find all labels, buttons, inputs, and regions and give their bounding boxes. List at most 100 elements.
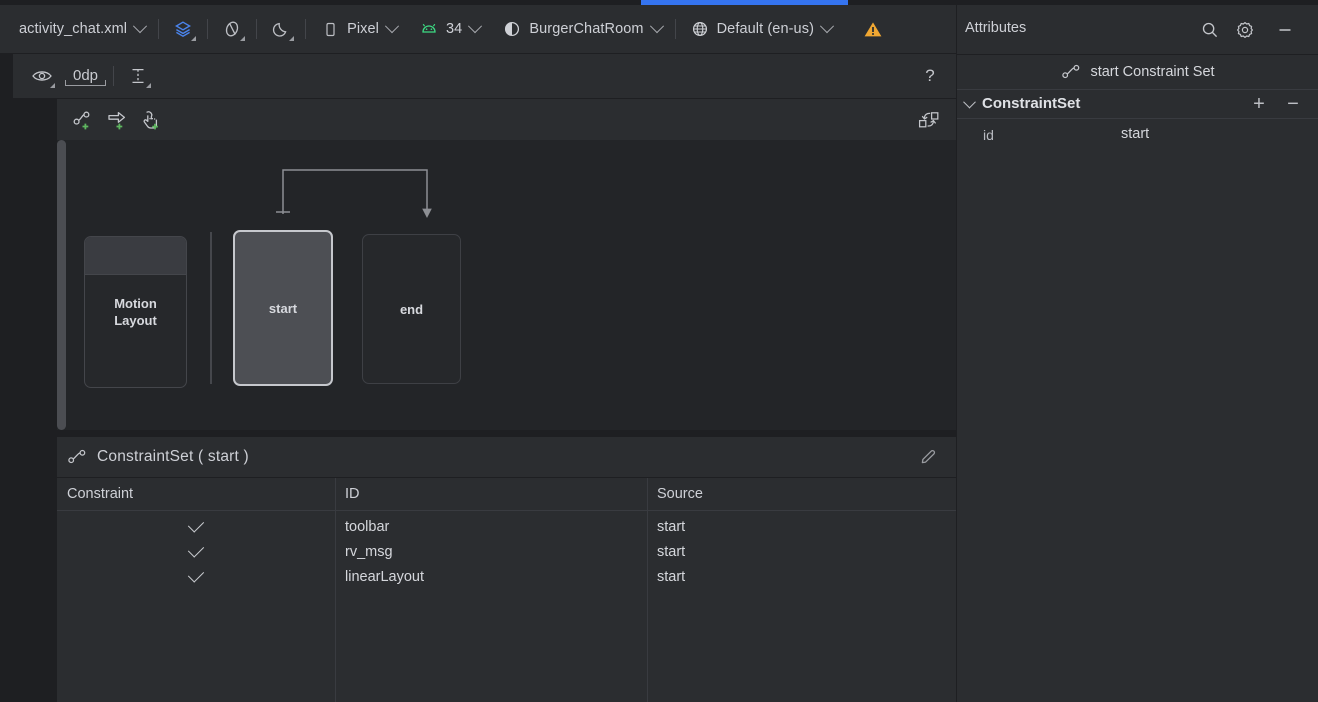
column-divider <box>335 478 336 702</box>
design-toolbar: activity_chat.xml Pixel 34 BurgerChatRoo… <box>0 5 956 54</box>
rotate-3d-button[interactable] <box>215 16 249 42</box>
show-constraints-button[interactable] <box>25 63 59 89</box>
toolbar-divider <box>256 19 258 39</box>
globe-icon <box>689 18 711 40</box>
attribute-row-id[interactable]: id start <box>957 123 1318 149</box>
locale-selector-dropdown[interactable]: Default (en-us) <box>683 16 838 42</box>
toolbar-divider <box>207 19 209 39</box>
motion-editor-actions <box>57 99 956 141</box>
diagram-divider <box>210 232 212 384</box>
baseline-constraint-icon <box>127 65 152 88</box>
remove-attribute-button[interactable]: − <box>1283 94 1303 114</box>
constraint-set-box-end-label: end <box>399 301 424 317</box>
file-selector-dropdown[interactable]: activity_chat.xml <box>13 16 151 42</box>
chevron-down-icon <box>468 19 483 34</box>
dropdown-triangle-icon <box>146 83 152 88</box>
column-divider <box>647 478 648 702</box>
constraint-set-title: ConstraintSet ( start ) <box>97 448 249 465</box>
pencil-icon[interactable] <box>918 447 940 469</box>
attributes-panel: Attributes start Constraint Set Constrai… <box>956 5 1318 702</box>
column-header-source[interactable]: Source <box>647 478 956 510</box>
theme-selector-dropdown[interactable]: BurgerChatRoom <box>495 16 667 42</box>
gear-icon[interactable] <box>1232 17 1258 43</box>
constraint-set-box-start[interactable]: start <box>233 230 333 386</box>
baseline-constraint-button[interactable] <box>121 63 155 89</box>
constraint-set-icon <box>1061 61 1083 83</box>
api-level-label: 34 <box>446 21 463 37</box>
swap-constraint-sets-button[interactable] <box>916 107 942 133</box>
file-name-label: activity_chat.xml <box>19 21 128 37</box>
cell-source: start <box>657 518 686 535</box>
table-row[interactable]: rv_msg start <box>57 539 956 564</box>
motion-layout-box-header <box>85 237 186 275</box>
attributes-selection-label: start Constraint Set <box>1090 63 1215 80</box>
locale-label: Default (en-us) <box>716 21 814 37</box>
motion-layout-box-label: Motion Layout <box>114 295 157 329</box>
night-mode-icon <box>270 18 295 41</box>
motion-layout-label-line2: Layout <box>114 313 157 328</box>
warning-triangle-icon <box>862 18 884 40</box>
toolbar-divider <box>158 19 160 39</box>
table-row[interactable]: linearLayout start <box>57 564 956 589</box>
cell-id: toolbar <box>345 518 390 535</box>
search-icon[interactable] <box>1197 17 1223 43</box>
margin-underline <box>65 84 107 86</box>
create-constraint-set-button[interactable] <box>71 107 97 133</box>
cell-constraint <box>57 539 335 564</box>
design-editor-pane: activity_chat.xml Pixel 34 BurgerChatRoo… <box>0 5 956 702</box>
check-icon <box>187 516 205 533</box>
rotate-3d-icon <box>221 18 246 41</box>
chevron-down-icon <box>384 19 400 34</box>
dropdown-triangle-icon <box>289 36 295 41</box>
issues-warning-button[interactable] <box>856 16 890 42</box>
add-attribute-button[interactable]: + <box>1249 94 1269 114</box>
night-mode-button[interactable] <box>264 16 298 42</box>
attributes-section-label: ConstraintSet <box>982 95 1081 112</box>
toolbar-divider <box>113 66 115 86</box>
dropdown-triangle-icon <box>50 83 55 88</box>
attribute-key: id <box>983 127 994 143</box>
chevron-down-icon <box>819 19 835 34</box>
dropdown-triangle-icon <box>240 36 246 41</box>
device-selector-dropdown[interactable]: Pixel <box>313 16 403 42</box>
design-views-button[interactable] <box>166 16 200 42</box>
chevron-down-icon[interactable] <box>963 95 976 109</box>
check-icon <box>187 541 205 558</box>
design-views-icon <box>172 18 197 41</box>
default-margin-field[interactable]: 0dp <box>65 66 107 86</box>
motion-layout-label-line1: Motion <box>114 296 157 311</box>
motion-editor-body: Motion Layout start end ConstraintSet (… <box>13 99 956 702</box>
api-level-dropdown[interactable]: 34 <box>412 16 486 42</box>
cell-source: start <box>657 543 686 560</box>
android-studio-motion-editor: activity_chat.xml Pixel 34 BurgerChatRoo… <box>0 0 1318 702</box>
column-header-id[interactable]: ID <box>335 478 647 510</box>
create-transition-button[interactable] <box>105 107 131 133</box>
toolbar-divider <box>305 19 307 39</box>
device-label: Pixel <box>347 21 380 37</box>
table-row[interactable]: toolbar start <box>57 514 956 539</box>
column-header-constraint[interactable]: Constraint <box>57 478 335 510</box>
constraint-set-section-header: ConstraintSet ( start ) <box>57 436 956 478</box>
canvas-vertical-scrollbar-left[interactable] <box>57 140 66 430</box>
motion-layout-box[interactable]: Motion Layout <box>84 236 187 388</box>
create-on-click-button[interactable] <box>139 107 165 133</box>
cell-id: linearLayout <box>345 568 424 585</box>
android-icon <box>418 18 440 40</box>
minimize-icon[interactable] <box>1272 17 1298 43</box>
constraint-set-icon <box>67 446 89 468</box>
constraint-set-box-end[interactable]: end <box>362 234 461 384</box>
attributes-titlebar: Attributes <box>957 5 1318 55</box>
eye-icon <box>31 65 55 88</box>
motion-diagram-canvas[interactable]: Motion Layout start end <box>57 140 956 430</box>
transition-arrow <box>276 169 432 218</box>
theme-label: BurgerChatRoom <box>529 21 644 37</box>
attribute-value[interactable]: start <box>1121 126 1149 142</box>
attributes-selection-header: start Constraint Set <box>957 54 1318 90</box>
constraints-table: Constraint ID Source toolbar start rv_ms… <box>57 478 956 702</box>
constraint-toolbar: 0dp ? <box>13 54 956 99</box>
default-margin-value: 0dp <box>73 66 99 84</box>
editor-left-gutter <box>0 5 13 702</box>
toolbar-divider <box>674 19 676 39</box>
help-button[interactable]: ? <box>918 64 942 88</box>
attributes-section-constraintset[interactable]: ConstraintSet + − <box>957 89 1318 119</box>
